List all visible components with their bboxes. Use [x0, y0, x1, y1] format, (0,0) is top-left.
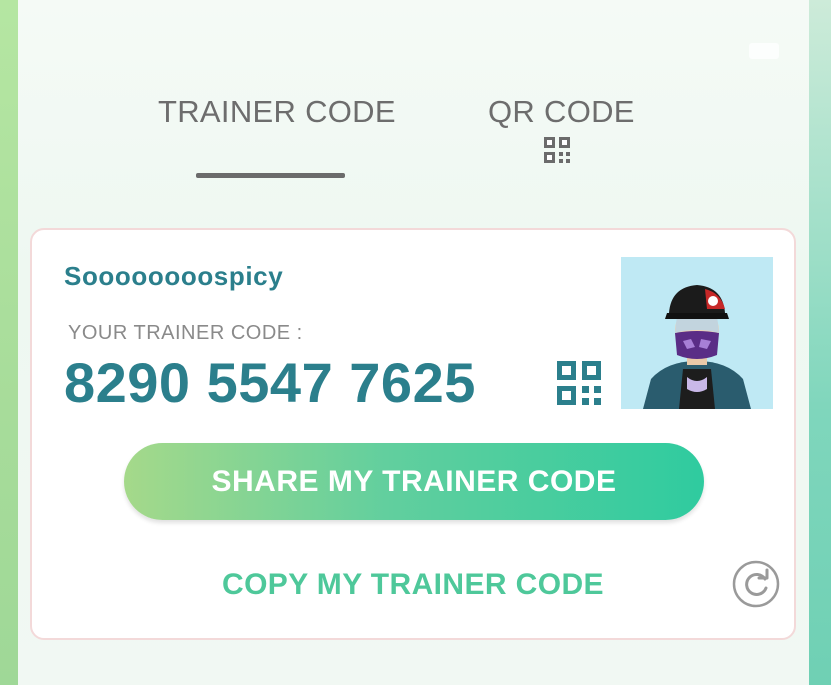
- trainer-username: Soooooooospicy: [64, 261, 284, 291]
- qr-code-icon[interactable]: [543, 136, 571, 164]
- tab-active-indicator: [196, 173, 345, 178]
- trainer-avatar: [621, 257, 773, 409]
- right-edge-strip: [809, 0, 831, 685]
- trainer-code-label: YOUR TRAINER CODE :: [68, 322, 303, 344]
- share-trainer-code-button[interactable]: SHARE MY TRAINER CODE: [124, 443, 704, 520]
- left-edge-strip: [0, 0, 18, 685]
- qr-code-icon[interactable]: [556, 360, 602, 406]
- trainer-code-value: 8290 5547 7625: [64, 351, 476, 414]
- tab-trainer-code[interactable]: TRAINER CODE: [158, 94, 396, 130]
- tab-qr-code[interactable]: QR CODE: [488, 94, 635, 130]
- refresh-icon[interactable]: [732, 560, 780, 608]
- battery-icon: [749, 43, 779, 60]
- status-bar: [669, 40, 779, 62]
- copy-trainer-code-button[interactable]: COPY MY TRAINER CODE: [222, 568, 604, 602]
- avatar-illustration: [643, 285, 751, 409]
